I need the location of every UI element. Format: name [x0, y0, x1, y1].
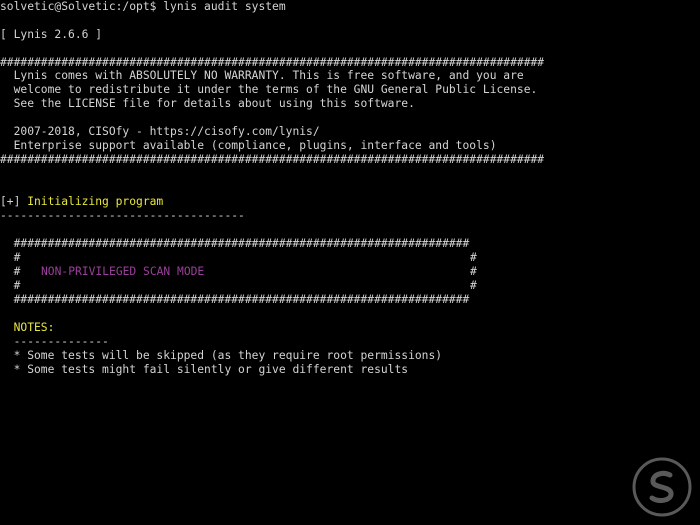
mode-box-right-edge-1: # — [470, 251, 477, 264]
mode-box-right-edge-3: # — [470, 279, 477, 292]
license-line-2: welcome to redistribute it under the ter… — [0, 83, 538, 96]
license-line-1: Lynis comes with ABSOLUTELY NO WARRANTY.… — [0, 69, 524, 82]
init-section-heading: [+] Initializing program — [0, 195, 163, 209]
copyright-line: 2007-2018, CISOfy - https://cisofy.com/l… — [0, 125, 320, 138]
init-label: Initializing program — [20, 195, 164, 208]
command-prompt: solvetic@Solvetic:/opt$ lynis audit syst… — [0, 0, 286, 13]
mode-box-top: ########################################… — [0, 237, 470, 250]
note-item-1: * Some tests will be skipped (as they re… — [0, 349, 443, 362]
mode-box-bottom: ########################################… — [0, 293, 470, 306]
mode-box-left-edge-3: # — [0, 279, 21, 292]
note-item-2: * Some tests might fail silently or give… — [0, 363, 409, 376]
terminal-window[interactable]: solvetic@Solvetic:/opt$ lynis audit syst… — [0, 0, 700, 525]
notes-heading: NOTES: — [0, 321, 55, 334]
init-underline: ------------------------------------ — [0, 209, 245, 222]
banner-border-top: ########################################… — [0, 56, 545, 69]
notes-underline: -------------- — [0, 335, 109, 348]
banner-border-bottom: ########################################… — [0, 153, 545, 166]
scan-mode-label: NON-PRIVILEGED SCAN MODE — [41, 265, 205, 278]
mode-box-right-edge-2: # — [470, 265, 477, 278]
solvetic-logo-icon — [632, 457, 692, 517]
license-line-3: See the LICENSE file for details about u… — [0, 97, 415, 110]
lynis-version: [ Lynis 2.6.6 ] — [0, 28, 103, 41]
support-line: Enterprise support available (compliance… — [0, 139, 497, 152]
mode-box-left-edge-2: # — [0, 265, 21, 278]
init-marker: [+] — [0, 195, 21, 208]
mode-box-left-edge-1: # — [0, 251, 21, 264]
